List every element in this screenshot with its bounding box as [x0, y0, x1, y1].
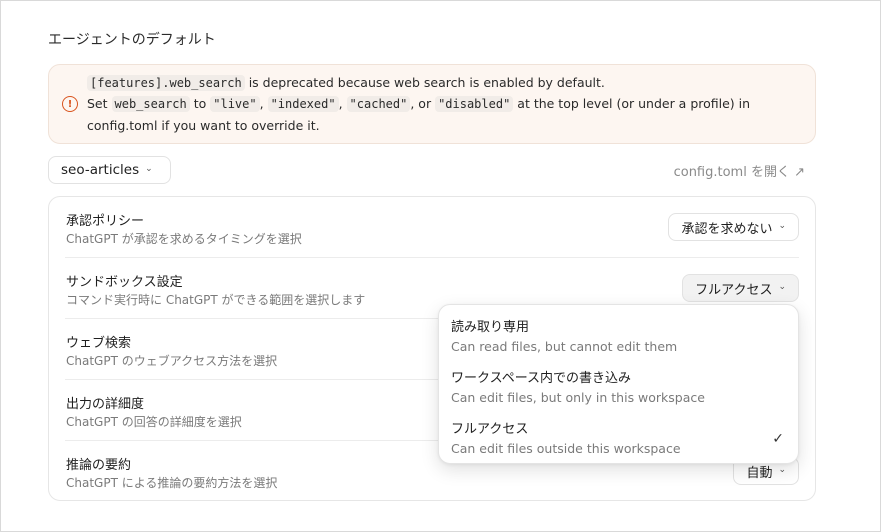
notice-text-1: is deprecated because web search is enab…: [244, 75, 605, 90]
setting-row-approval: 承認ポリシー ChatGPT が承認を求めるタイミングを選択 承認を求めない ⌄: [65, 197, 799, 258]
warning-circle-icon: !: [62, 96, 78, 112]
deprecation-notice: ! [features].web_search is deprecated be…: [48, 64, 816, 144]
chevron-down-icon: ⌄: [778, 465, 786, 475]
notice-suffix: at the top level (or under a profile) in: [513, 96, 751, 111]
option-read-only[interactable]: 読み取り専用 Can read files, but cannot edit t…: [451, 307, 786, 357]
option-desc: Can read files, but cannot edit them: [451, 339, 678, 354]
setting-label: 出力の詳細度: [66, 397, 145, 412]
notice-line-1: [features].web_search is deprecated beca…: [87, 75, 605, 91]
setting-desc: ChatGPT のウェブアクセス方法を選択: [66, 354, 278, 368]
select-value: 承認を求めない: [681, 221, 773, 237]
profile-selector[interactable]: seo-articles ⌄: [48, 156, 171, 184]
open-config-link[interactable]: config.toml を開く ↗: [674, 161, 805, 180]
setting-desc: ChatGPT の回答の詳細度を選択: [66, 415, 242, 429]
code-features-web-search: [features].web_search: [87, 75, 245, 91]
notice-or: , or: [410, 96, 436, 111]
setting-label: 推論の要約: [66, 458, 132, 473]
notice-comma: ,: [338, 96, 347, 111]
notice-line-3: config.toml if you want to override it.: [87, 118, 320, 133]
notice-to: to: [189, 96, 211, 111]
code-web-search: web_search: [111, 96, 190, 112]
option-desc: Can edit files outside this workspace: [451, 441, 681, 456]
approval-policy-select[interactable]: 承認を求めない ⌄: [668, 213, 799, 241]
code-disabled: "disabled": [435, 96, 514, 112]
sandbox-select[interactable]: フルアクセス ⌄: [682, 274, 799, 302]
notice-line-2: Set web_search to "live", "indexed", "ca…: [87, 96, 751, 112]
option-title: ワークスペース内での書き込み: [451, 371, 632, 386]
code-live: "live": [210, 96, 260, 112]
profile-label: seo-articles: [61, 162, 140, 178]
chevron-down-icon: ⌄: [778, 282, 786, 292]
setting-label: ウェブ検索: [66, 336, 132, 351]
option-desc: Can edit files, but only in this workspa…: [451, 390, 705, 405]
setting-desc: ChatGPT による推論の要約方法を選択: [66, 476, 278, 490]
setting-desc: ChatGPT が承認を求めるタイミングを選択: [66, 232, 302, 246]
section-title: エージェントのデフォルト: [48, 32, 216, 48]
option-title: フルアクセス: [451, 422, 529, 437]
setting-label: サンドボックス設定: [66, 275, 183, 290]
option-full-access[interactable]: フルアクセス Can edit files outside this works…: [451, 409, 786, 459]
chevron-down-icon: ⌄: [145, 164, 153, 174]
notice-comma: ,: [259, 96, 268, 111]
sandbox-dropdown-menu: 読み取り専用 Can read files, but cannot edit t…: [438, 304, 799, 464]
code-cached: "cached": [346, 96, 411, 112]
setting-label: 承認ポリシー: [66, 214, 145, 229]
option-workspace-write[interactable]: ワークスペース内での書き込み Can edit files, but only …: [451, 358, 786, 408]
select-value: 自動: [746, 465, 773, 481]
notice-set: Set: [87, 96, 112, 111]
checkmark-icon: ✓: [772, 431, 784, 447]
select-value: フルアクセス: [695, 282, 773, 298]
chevron-down-icon: ⌄: [778, 221, 786, 231]
code-indexed: "indexed": [267, 96, 339, 112]
setting-desc: コマンド実行時に ChatGPT ができる範囲を選択します: [66, 293, 366, 307]
option-title: 読み取り専用: [451, 320, 530, 335]
